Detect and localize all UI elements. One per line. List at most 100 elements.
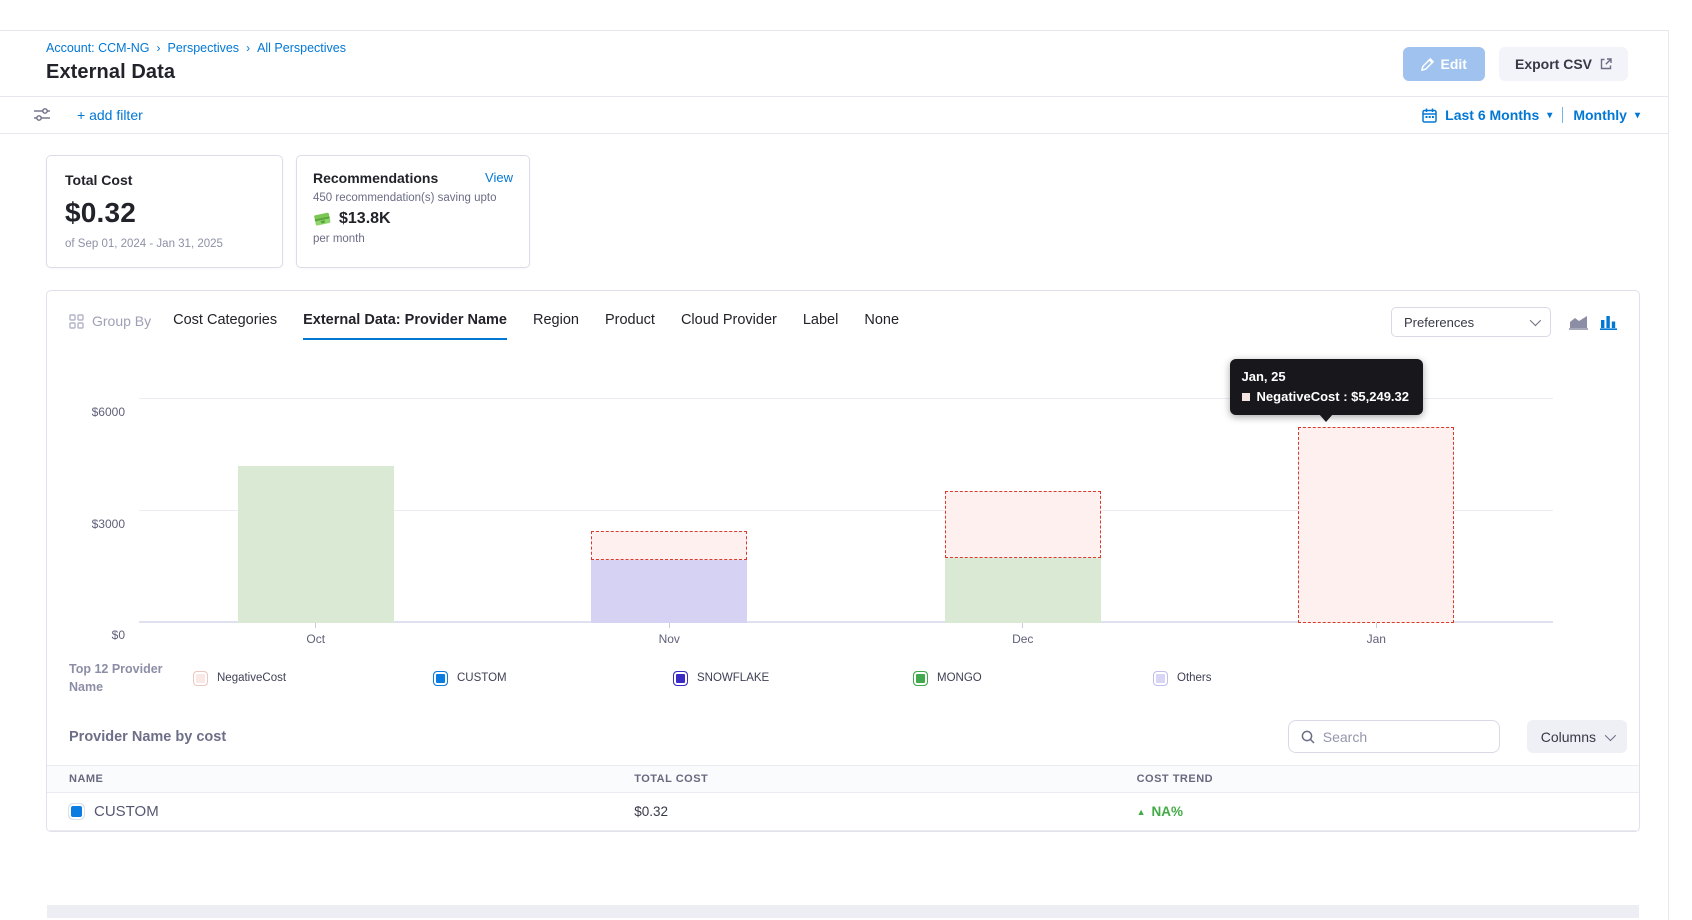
tab-none[interactable]: None bbox=[864, 312, 899, 340]
breadcrumb-perspectives[interactable]: Perspectives bbox=[168, 41, 240, 55]
filter-divider bbox=[0, 133, 1668, 134]
breadcrumb-account[interactable]: Account: CCM-NG bbox=[46, 41, 150, 55]
recommendations-card: Recommendations View 450 recommendation(… bbox=[296, 155, 530, 268]
legend-swatch-mongo bbox=[913, 671, 928, 686]
calendar-icon bbox=[1422, 108, 1437, 123]
tab-cost-categories[interactable]: Cost Categories bbox=[173, 312, 277, 340]
filter-sliders-icon[interactable] bbox=[33, 107, 51, 123]
tab-external-data-provider-name[interactable]: External Data: Provider Name bbox=[303, 312, 507, 340]
app-frame: Account: CCM-NG › Perspectives › All Per… bbox=[0, 30, 1669, 920]
bar-segment-negativecost-dec[interactable] bbox=[945, 491, 1101, 558]
tooltip-value: NegativeCost : $5,249.32 bbox=[1257, 389, 1409, 404]
tooltip-series-marker bbox=[1242, 393, 1250, 401]
caret-down-icon: ▾ bbox=[1547, 110, 1552, 121]
legend-item-custom[interactable]: CUSTOM bbox=[433, 671, 673, 686]
x-axis-label-oct: Oct bbox=[306, 632, 325, 646]
edit-button[interactable]: Edit bbox=[1403, 47, 1485, 81]
area-chart-toggle-icon[interactable] bbox=[1569, 315, 1588, 330]
x-axis-tick bbox=[669, 623, 670, 628]
row-provider-name: CUSTOM bbox=[94, 803, 159, 820]
tooltip-title: Jan, 25 bbox=[1242, 369, 1409, 384]
y-axis-tick-3000: $3000 bbox=[92, 517, 125, 531]
chart-tooltip: Jan, 25 NegativeCost : $5,249.32 bbox=[1230, 359, 1423, 415]
preferences-dropdown[interactable]: Preferences bbox=[1391, 307, 1551, 337]
recommendations-description: 450 recommendation(s) saving upto bbox=[313, 192, 513, 204]
group-by-tabs: Cost Categories External Data: Provider … bbox=[173, 312, 899, 340]
group-by-bar: Group By Cost Categories External Data: … bbox=[47, 291, 1639, 345]
breadcrumb: Account: CCM-NG › Perspectives › All Per… bbox=[46, 41, 346, 55]
screen: Account: CCM-NG › Perspectives › All Per… bbox=[0, 0, 1692, 920]
x-axis-label-nov: Nov bbox=[659, 632, 680, 646]
row-cost-trend: NA% bbox=[1152, 804, 1184, 819]
tab-cloud-provider[interactable]: Cloud Provider bbox=[681, 312, 777, 340]
bar-slot-oct bbox=[139, 365, 493, 623]
legend-item-snowflake[interactable]: SNOWFLAKE bbox=[673, 671, 913, 686]
legend-title: Top 12 Provider Name bbox=[69, 660, 179, 696]
legend-item-negativecost[interactable]: NegativeCost bbox=[193, 671, 433, 686]
grid-icon bbox=[69, 314, 84, 329]
legend-swatch-custom bbox=[433, 671, 448, 686]
x-axis-label-dec: Dec bbox=[1012, 632, 1033, 646]
pencil-icon bbox=[1421, 58, 1434, 71]
legend-swatch-snowflake bbox=[673, 671, 688, 686]
table-toolbar: Provider Name by cost Columns bbox=[47, 706, 1639, 765]
x-axis-label-jan: Jan bbox=[1367, 632, 1386, 646]
recommendations-view-link[interactable]: View bbox=[485, 170, 513, 185]
tab-product[interactable]: Product bbox=[605, 312, 655, 340]
bar-slot-nov bbox=[493, 365, 847, 623]
summary-cards: Total Cost $0.32 of Sep 01, 2024 - Jan 3… bbox=[46, 155, 1668, 268]
total-cost-card: Total Cost $0.32 of Sep 01, 2024 - Jan 3… bbox=[46, 155, 283, 268]
chevron-down-icon bbox=[1605, 730, 1616, 741]
columns-button[interactable]: Columns bbox=[1527, 720, 1627, 753]
add-filter-button[interactable]: + add filter bbox=[77, 107, 143, 123]
perspective-main-card: Group By Cost Categories External Data: … bbox=[46, 290, 1640, 832]
stacked-bar-chart: $6000 $3000 $0 Jan, 25 NegativeCost : $5… bbox=[139, 365, 1553, 623]
legend-swatch-negativecost bbox=[193, 671, 208, 686]
window-top-margin bbox=[0, 0, 1692, 30]
bar-chart-toggle-icon[interactable] bbox=[1600, 315, 1617, 330]
bar-segment-negativecost-jan[interactable] bbox=[1298, 427, 1454, 623]
bar-segment-mongo-dec[interactable] bbox=[945, 558, 1101, 623]
row-swatch-custom bbox=[69, 804, 84, 819]
y-axis-tick-0: $0 bbox=[112, 628, 125, 642]
column-header-name[interactable]: NAME bbox=[69, 773, 634, 785]
date-range-selector[interactable]: Last 6 Months ▾ bbox=[1422, 107, 1552, 123]
chevron-down-icon bbox=[1530, 315, 1541, 326]
filter-bar: + add filter Last 6 Months ▾ Monthly ▾ bbox=[0, 97, 1668, 133]
caret-down-icon: ▾ bbox=[1635, 110, 1640, 121]
total-cost-period: of Sep 01, 2024 - Jan 31, 2025 bbox=[65, 238, 264, 250]
search-icon bbox=[1301, 730, 1315, 744]
table-search bbox=[1288, 720, 1500, 753]
row-total-cost: $0.32 bbox=[634, 804, 1136, 819]
x-axis-tick bbox=[315, 623, 316, 628]
x-axis-tick bbox=[1376, 623, 1377, 628]
chart-legend: Top 12 Provider Name NegativeCost CUSTOM… bbox=[47, 646, 1639, 706]
breadcrumb-all-perspectives[interactable]: All Perspectives bbox=[257, 41, 346, 55]
bar-segment-negativecost-nov[interactable] bbox=[591, 531, 747, 559]
export-csv-button[interactable]: Export CSV bbox=[1499, 47, 1628, 81]
chevron-right-icon: › bbox=[157, 41, 161, 55]
tab-region[interactable]: Region bbox=[533, 312, 579, 340]
tab-label[interactable]: Label bbox=[803, 312, 838, 340]
x-axis-labels: Oct Nov Dec Jan bbox=[139, 623, 1553, 646]
legend-item-others[interactable]: Others bbox=[1153, 671, 1393, 686]
table-row-custom[interactable]: CUSTOM $0.32 ▲ NA% bbox=[47, 793, 1639, 831]
page-title: External Data bbox=[46, 61, 346, 84]
group-by-label: Group By bbox=[69, 313, 151, 339]
recommendations-amount: $13.8K bbox=[339, 210, 391, 228]
total-cost-value: $0.32 bbox=[65, 197, 264, 229]
bar-segment-snowflake-nov[interactable] bbox=[591, 560, 747, 623]
granularity-selector[interactable]: Monthly ▾ bbox=[1573, 107, 1640, 123]
column-header-cost-trend[interactable]: COST TREND bbox=[1137, 773, 1639, 785]
column-header-total-cost[interactable]: TOTAL COST bbox=[634, 773, 1136, 785]
savings-money-icon bbox=[313, 211, 332, 227]
bar-segment-mongo-oct[interactable] bbox=[238, 466, 394, 623]
recommendations-title: Recommendations bbox=[313, 170, 513, 186]
search-input[interactable] bbox=[1323, 729, 1473, 745]
tooltip-arrow bbox=[1319, 414, 1333, 422]
legend-item-mongo[interactable]: MONGO bbox=[913, 671, 1153, 686]
table-header-row: NAME TOTAL COST COST TREND bbox=[47, 765, 1639, 793]
chevron-right-icon: › bbox=[246, 41, 250, 55]
trend-up-icon: ▲ bbox=[1137, 807, 1146, 817]
y-axis-tick-6000: $6000 bbox=[92, 405, 125, 419]
